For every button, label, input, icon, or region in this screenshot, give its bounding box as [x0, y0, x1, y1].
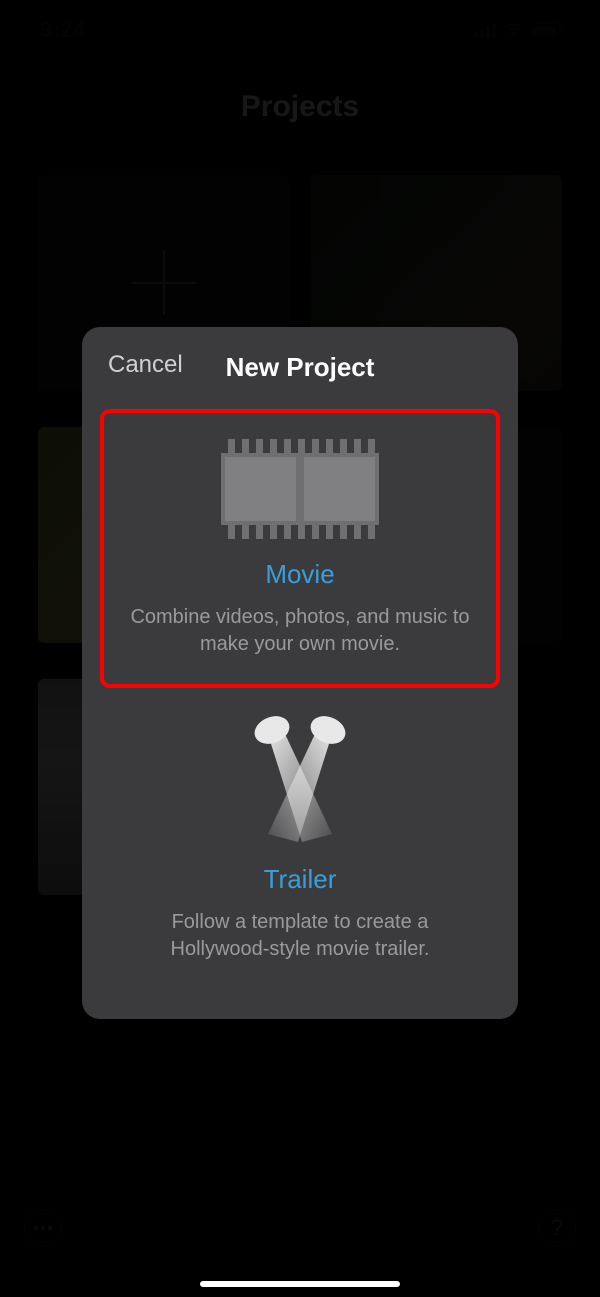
filmstrip-icon [120, 439, 480, 539]
new-project-sheet: Cancel New Project Movie Combine videos,… [82, 327, 518, 1019]
sheet-title: New Project [226, 352, 375, 383]
option-description: Combine videos, photos, and music to mak… [130, 604, 470, 658]
option-movie[interactable]: Movie Combine videos, photos, and music … [102, 411, 498, 686]
spotlights-icon [120, 714, 480, 844]
option-description: Follow a template to create a Hollywood-… [130, 909, 470, 963]
home-indicator[interactable] [200, 1281, 400, 1287]
option-title: Trailer [120, 864, 480, 895]
option-trailer[interactable]: Trailer Follow a template to create a Ho… [102, 686, 498, 991]
cancel-button[interactable]: Cancel [108, 351, 183, 379]
sheet-header: Cancel New Project [102, 347, 498, 387]
option-title: Movie [120, 559, 480, 590]
